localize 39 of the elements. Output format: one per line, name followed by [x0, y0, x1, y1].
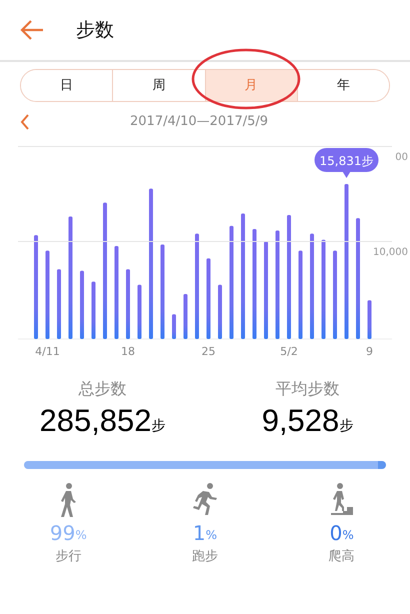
period-tab[interactable]: 年: [296, 70, 389, 101]
y-axis-label: 10,000: [373, 247, 408, 258]
running-person-icon: [190, 483, 219, 517]
date-range: 2017/4/10—2017/5/9: [130, 113, 268, 132]
stat-unit: 步: [152, 417, 166, 436]
stat-label: 平均步数: [276, 378, 340, 400]
stat-value: 285,852: [39, 402, 152, 440]
percent-sign: %: [206, 527, 218, 544]
stat-value: 9,528: [262, 402, 340, 440]
activity-percent: 0: [330, 521, 342, 545]
bar: [172, 314, 176, 339]
x-tick-label: 5/2: [280, 345, 298, 358]
bar: [57, 269, 61, 339]
activity-label: 步行: [55, 548, 82, 566]
x-tick-label: 25: [202, 345, 216, 358]
percent-sign: %: [75, 527, 87, 544]
bar: [92, 282, 96, 339]
bar: [218, 284, 222, 339]
bar: [80, 270, 84, 339]
climbing-stairs-icon: [330, 483, 354, 517]
back-arrow-icon[interactable]: [20, 19, 44, 41]
percent-sign: %: [342, 527, 354, 544]
y-axis-label: 00: [395, 152, 408, 163]
activity-percent: 99: [50, 521, 76, 545]
bar: [184, 294, 188, 339]
activity-percent: 1: [192, 521, 206, 545]
stat-label: 总步数: [78, 378, 126, 400]
bar: [368, 300, 372, 339]
activity-label: 跑步: [192, 548, 218, 566]
x-tick-label: 4/11: [35, 345, 60, 358]
x-tick-label: 18: [121, 345, 135, 358]
previous-chevron-icon[interactable]: [20, 114, 30, 130]
activity-label: 爬高: [328, 548, 355, 566]
bar: [138, 284, 142, 339]
value-tooltip: 15,831步: [314, 148, 378, 178]
stat-unit: 步: [339, 417, 354, 436]
x-tick-label: 9: [366, 345, 373, 358]
page-title: 步数: [76, 18, 114, 43]
bar: [126, 269, 130, 339]
